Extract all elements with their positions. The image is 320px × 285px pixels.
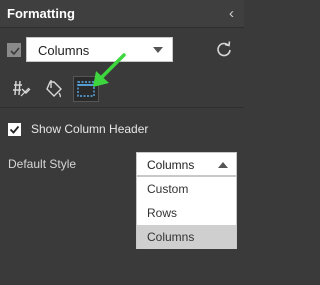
default-style-value: Columns [147, 158, 195, 172]
chevron-down-icon [153, 47, 163, 53]
panel-title: Formatting [7, 6, 75, 21]
arrow-annotation-icon [93, 53, 126, 87]
show-column-header-label[interactable]: Show Column Header [31, 122, 148, 136]
divider [0, 107, 244, 108]
paint-bucket-icon [46, 80, 62, 98]
paint-format-tab[interactable] [42, 76, 68, 102]
panel-header: Formatting ‹ [0, 0, 244, 28]
default-style-dropdown: Custom Rows Columns [136, 176, 237, 249]
dropdown-option-custom[interactable]: Custom [137, 177, 236, 201]
default-style-select[interactable]: Columns [136, 152, 237, 176]
main-select-checkbox[interactable] [7, 43, 21, 57]
chevron-left-icon[interactable]: ‹ [229, 5, 234, 22]
dropdown-option-columns[interactable]: Columns [137, 225, 236, 249]
chevron-up-icon [218, 162, 228, 168]
conditional-format-tab[interactable] [8, 76, 34, 102]
check-icon [9, 125, 20, 134]
default-style-label: Default Style [8, 157, 77, 171]
format-type-value: Columns [38, 43, 90, 58]
dropdown-option-rows[interactable]: Rows [137, 201, 236, 225]
reset-icon[interactable] [215, 40, 233, 58]
conditional-format-icon [13, 80, 31, 97]
show-column-header-checkbox[interactable] [8, 123, 21, 136]
check-icon [10, 47, 20, 56]
